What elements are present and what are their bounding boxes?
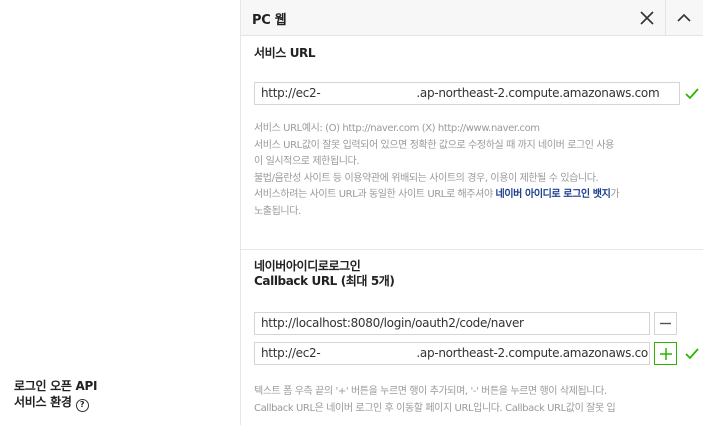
service-url-value-prefix: http://ec2- [261,86,321,100]
collapse-button[interactable] [665,0,702,35]
check-icon [685,88,699,100]
chevron-up-icon [677,13,691,22]
help-icon[interactable]: ? [75,398,89,412]
callback-url-description: 텍스트 폼 우측 끝의 '+' 버튼을 누르면 행이 추가되며, '-' 버튼을… [254,386,616,414]
callback-url-input-1[interactable]: http://localhost:8080/login/oauth2/code/… [254,312,650,335]
left-column: 로그인 오픈 API 서비스 환경? [0,0,240,425]
desc-line: 이 일시적으로 제한됩니다. [254,156,360,167]
close-icon [640,10,654,25]
badge-emphasis: 네이버 아이디로 로그인 뱃지 [495,189,611,200]
panel-title: PC 웹 [252,13,287,28]
env-label-line2: 서비스 환경 [14,395,72,409]
service-url-description: 서비스 URL예시: (O) http://naver.com (X) http… [254,121,679,220]
service-url-label: 서비스 URL [254,46,316,60]
callback-url-label: 네이버아이디로로그인 Callback URL (최대 5개) [254,259,395,288]
section-divider [241,249,703,250]
desc-line: 노출됩니다. [254,205,301,217]
desc-line: 불법/음란성 사이트 등 이용약관에 위배되는 사이트의 경우, 이용이 제한될… [254,172,599,184]
remove-row-button[interactable] [654,312,677,335]
env-label: 로그인 오픈 API 서비스 환경? [14,378,97,412]
pc-web-panel: PC 웹 서비스 URL http://ec2- .ap-northeast-2.… [240,0,703,425]
desc-line: 서비스 URL값이 잘못 입력되어 있으면 정확한 값으로 수정하실 때 까지 … [254,139,614,151]
check-icon [685,348,699,360]
minus-icon [660,322,671,325]
service-url-input[interactable]: http://ec2- .ap-northeast-2.compute.amazo… [254,82,680,105]
panel-header: PC 웹 [241,0,703,36]
service-url-value-suffix: .ap-northeast-2.compute.amazonaws.com [416,86,660,100]
plus-icon [659,347,672,360]
add-row-button[interactable] [654,342,677,365]
env-label-line1: 로그인 오픈 API [14,379,98,393]
close-button[interactable] [629,0,665,35]
callback-url-input-2[interactable]: http://ec2- .ap-northeast-2.compute.amazo… [254,342,650,365]
desc-line: 서비스 URL예시: (O) http://naver.com (X) http… [254,123,540,134]
